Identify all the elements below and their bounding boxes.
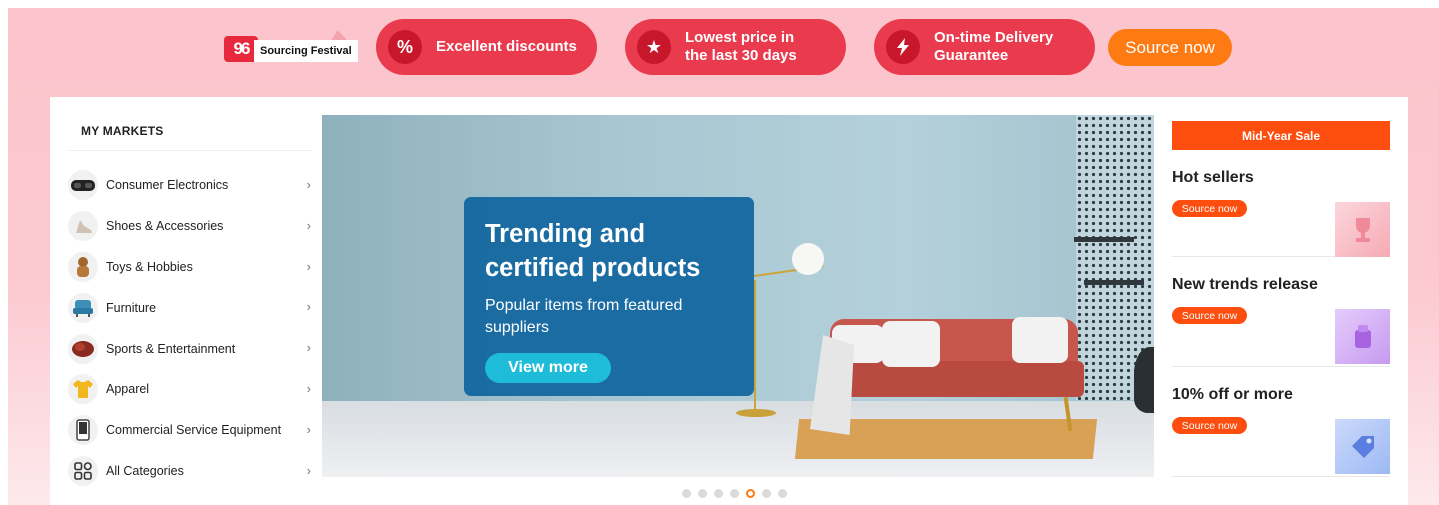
chevron-right-icon: › — [306, 177, 311, 192]
sidebar-item-label: Commercial Service Equipment — [106, 423, 282, 438]
gift-box-icon[interactable] — [1335, 309, 1390, 364]
sidebar-item-label: Sports & Entertainment — [106, 341, 236, 356]
deal-title: New trends release — [1172, 276, 1318, 293]
lamp-globe-decoration — [792, 243, 824, 275]
promo-pill-label: On-time Delivery Guarantee — [934, 29, 1054, 64]
deal-source-now-button[interactable]: Source now — [1172, 200, 1247, 217]
festival-label: Sourcing Festival — [254, 40, 358, 62]
glove-icon — [68, 333, 98, 364]
carousel-dot[interactable] — [698, 489, 707, 498]
banner-subtitle: Popular items from featured suppliers — [485, 297, 683, 336]
sidebar-item-consumer-electronics[interactable]: Consumer Electronics › — [68, 165, 311, 206]
sidebar-item-sports-entertainment[interactable]: Sports & Entertainment › — [68, 328, 311, 369]
lamp-decoration — [754, 280, 756, 412]
carousel-dot[interactable] — [682, 489, 691, 498]
shelf-decoration — [1074, 237, 1134, 242]
deal-source-now-button[interactable]: Source now — [1172, 307, 1247, 324]
promo-pill-label: Excellent discounts — [436, 38, 577, 55]
sidebar-item-label: Shoes & Accessories — [106, 219, 224, 234]
sourcing-festival-logo[interactable]: 96 Sourcing Festival — [224, 28, 360, 70]
chevron-right-icon: › — [306, 217, 311, 233]
sidebar-item-commercial-service-equipment[interactable]: Commercial Service Equipment › — [68, 410, 311, 451]
pillow-decoration — [1012, 317, 1068, 363]
sidebar-item-apparel[interactable]: Apparel › — [68, 369, 311, 410]
shoe-icon — [68, 211, 98, 242]
sidebar-item-label: Consumer Electronics — [106, 178, 229, 193]
carousel-dot[interactable] — [714, 489, 723, 498]
carousel-dot[interactable] — [730, 489, 739, 498]
discount-tag-icon[interactable] — [1335, 419, 1390, 474]
sidebar-item-label: Toys & Hobbies — [106, 259, 193, 274]
page-background: 96 Sourcing Festival % Excellent discoun… — [8, 8, 1439, 505]
chevron-right-icon: › — [306, 340, 311, 356]
source-now-button[interactable]: Source now — [1108, 29, 1232, 66]
promo-pill-delivery[interactable]: On-time Delivery Guarantee — [874, 19, 1095, 75]
grid-icon — [68, 455, 98, 486]
headset-icon — [68, 170, 98, 201]
toy-icon — [68, 251, 98, 282]
markets-sidebar: MY MARKETS Consumer Electronics › Shoes … — [68, 97, 311, 491]
mid-year-sale-banner[interactable]: Mid-Year Sale — [1172, 121, 1390, 150]
carousel-dot[interactable] — [762, 489, 771, 498]
percent-icon: % — [388, 30, 422, 64]
vase-decoration — [1134, 347, 1154, 413]
chair-icon — [68, 292, 98, 323]
sidebar-title: MY MARKETS — [81, 124, 164, 138]
promo-pill-lowest-price[interactable]: ★ Lowest price in the last 30 days — [625, 19, 846, 75]
lightning-icon — [886, 30, 920, 64]
deals-column: Mid-Year Sale Hot sellers Source now New… — [1172, 97, 1390, 477]
market-list: Consumer Electronics › Shoes & Accessori… — [68, 165, 311, 491]
carousel-dot-active[interactable] — [746, 489, 755, 498]
sidebar-item-label: Furniture — [106, 300, 157, 315]
festival-logo-mark: 96 — [224, 36, 258, 62]
chevron-right-icon: › — [306, 299, 311, 315]
sidebar-item-all-categories[interactable]: All Categories › — [68, 451, 311, 492]
promo-pill-discounts[interactable]: % Excellent discounts — [376, 19, 597, 75]
chevron-right-icon: › — [306, 421, 311, 437]
sidebar-divider — [68, 150, 311, 151]
banner-card: Trending and certified products Popular … — [464, 197, 754, 396]
chevron-right-icon: › — [306, 462, 311, 478]
deal-source-now-button[interactable]: Source now — [1172, 417, 1247, 434]
chevron-right-icon: › — [306, 258, 311, 274]
deal-block-hot-sellers[interactable]: Hot sellers Source now — [1172, 150, 1390, 257]
deal-block-new-trends[interactable]: New trends release Source now — [1172, 257, 1390, 367]
sidebar-item-toys-hobbies[interactable]: Toys & Hobbies › — [68, 247, 311, 288]
hero-banner[interactable]: Trending and certified products Popular … — [322, 115, 1154, 477]
deal-title: 10% off or more — [1172, 386, 1293, 403]
device-icon — [68, 415, 98, 446]
trophy-icon[interactable] — [1335, 202, 1390, 257]
chevron-right-icon: › — [306, 380, 311, 396]
lamp-base-decoration — [736, 409, 776, 417]
shelf-decoration — [1084, 280, 1144, 285]
shirt-icon — [68, 374, 98, 405]
star-icon: ★ — [637, 30, 671, 64]
deal-title: Hot sellers — [1172, 169, 1254, 186]
sidebar-item-furniture[interactable]: Furniture › — [68, 287, 311, 328]
carousel-dot[interactable] — [778, 489, 787, 498]
promo-bar: 96 Sourcing Festival % Excellent discoun… — [8, 8, 1439, 96]
promo-pill-label: Lowest price in the last 30 days — [685, 29, 797, 64]
sidebar-item-label: All Categories — [106, 463, 184, 478]
sofa-seat-decoration — [822, 361, 1084, 397]
sidebar-item-label: Apparel — [106, 382, 150, 397]
sidebar-item-shoes-accessories[interactable]: Shoes & Accessories › — [68, 206, 311, 247]
view-more-button[interactable]: View more — [485, 353, 611, 383]
banner-title: Trending and certified products — [485, 220, 701, 282]
pillow-decoration — [882, 321, 940, 367]
carousel-dots — [682, 489, 787, 498]
deal-block-discount[interactable]: 10% off or more Source now — [1172, 367, 1390, 477]
main-panel: MY MARKETS Consumer Electronics › Shoes … — [50, 97, 1408, 505]
